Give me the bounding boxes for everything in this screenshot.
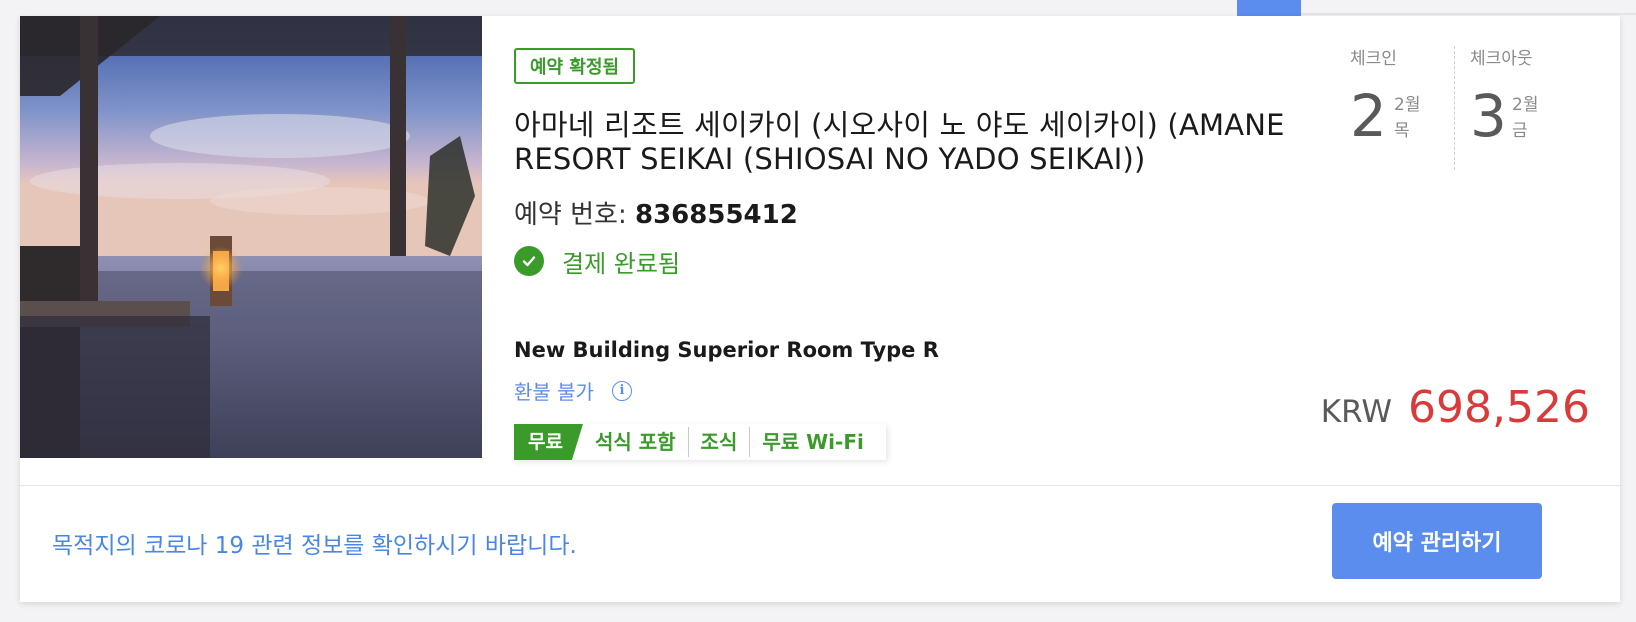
hotel-photo[interactable] xyxy=(20,16,482,458)
checkin-month: 2월 xyxy=(1394,95,1421,115)
info-icon[interactable]: i xyxy=(611,380,632,401)
checkin-month-weekday: 2월 목 xyxy=(1394,92,1420,144)
refund-policy-label: 환불 불가 xyxy=(514,380,594,404)
price-amount: 698,526 xyxy=(1408,382,1590,433)
free-tag: 무료 xyxy=(514,424,583,460)
booking-number-value: 836855412 xyxy=(634,200,798,230)
checkout-label: 체크아웃 xyxy=(1470,49,1533,69)
checkin-date: 체크인 2 2월 목 xyxy=(1350,44,1460,148)
checkin-day: 2 xyxy=(1350,82,1387,150)
room-perks: 무료 석식 포함 조식 무료 Wi-Fi xyxy=(514,424,886,460)
total-price: KRW 698,526 xyxy=(1321,382,1590,433)
perk-breakfast: 조식 xyxy=(700,430,738,454)
checkin-label: 체크인 xyxy=(1350,49,1397,69)
booking-number-label: 예약 번호: xyxy=(514,200,627,230)
hotel-name[interactable]: 아마네 리조트 세이카이 (시오사이 노 야도 세이카이) (AMANE RES… xyxy=(514,108,1354,176)
status-badge: 예약 확정됨 xyxy=(514,48,636,84)
payment-status-label: 결제 완료됨 xyxy=(562,249,681,278)
price-currency: KRW xyxy=(1320,394,1393,430)
date-divider xyxy=(1454,46,1455,170)
booking-card: 예약 확정됨 아마네 리조트 세이카이 (시오사이 노 야도 세이카이) (AM… xyxy=(20,16,1620,602)
checkout-day: 3 xyxy=(1470,82,1507,150)
checkout-date: 체크아웃 3 2월 금 xyxy=(1470,44,1580,148)
active-tab-indicator xyxy=(1237,0,1301,16)
card-divider xyxy=(20,485,1620,486)
refund-policy: 환불 불가 i xyxy=(514,376,632,405)
covid-notice-link[interactable]: 목적지의 코로나 19 관련 정보를 확인하시기 바랍니다. xyxy=(52,526,577,560)
tab-underline xyxy=(1300,13,1636,15)
perk-dinner: 석식 포함 xyxy=(594,430,676,454)
checkout-month-weekday: 2월 금 xyxy=(1512,92,1538,144)
top-strip xyxy=(0,0,1636,16)
checkin-weekday: 목 xyxy=(1394,121,1410,141)
room-type: New Building Superior Room Type R xyxy=(514,338,939,362)
stay-dates: 체크인 2 2월 목 체크아웃 3 2월 금 xyxy=(1350,44,1610,184)
perk-wifi: 무료 Wi-Fi xyxy=(762,430,864,454)
checkout-weekday: 금 xyxy=(1512,121,1528,141)
check-circle-icon xyxy=(514,246,544,276)
manage-booking-button[interactable]: 예약 관리하기 xyxy=(1332,503,1542,579)
payment-status: 결제 완료됨 xyxy=(514,244,680,278)
booking-number: 예약 번호: 836855412 xyxy=(514,194,798,231)
checkout-month: 2월 xyxy=(1512,95,1539,115)
